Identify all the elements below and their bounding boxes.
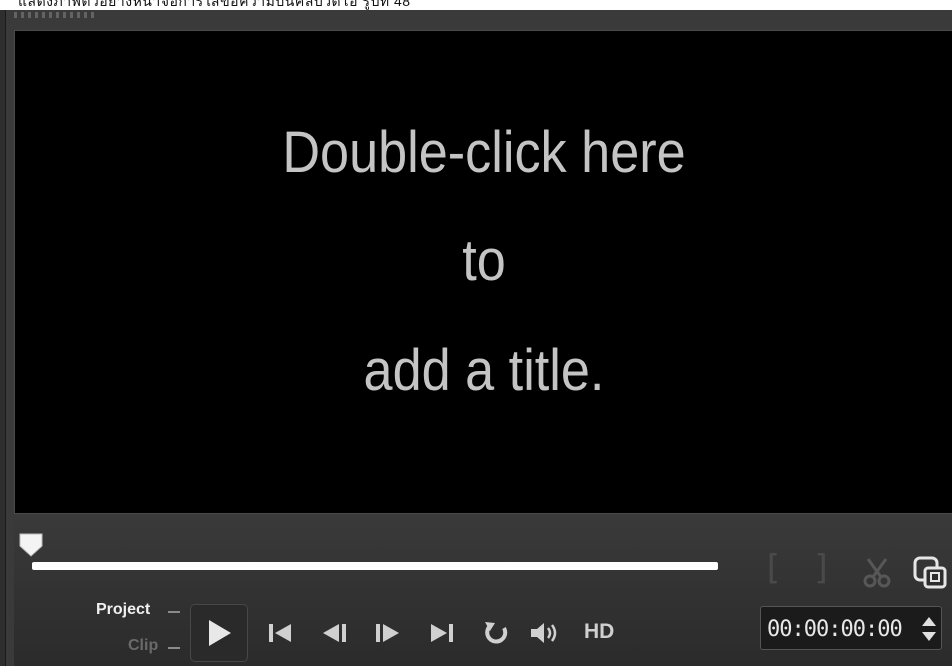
project-mode-indicator: [168, 611, 180, 613]
clip-mode-label[interactable]: Clip: [128, 637, 158, 655]
previous-frame-button[interactable]: [316, 618, 352, 648]
mark-in-button[interactable]: [: [762, 548, 782, 588]
title-placeholder-line-2[interactable]: to: [62, 227, 906, 294]
project-mode-label[interactable]: Project: [96, 601, 150, 619]
caption-text: แสดงภาพตัวอย่างหน้าจอการใส่ข้อความบนคลิป…: [18, 0, 411, 9]
end-icon: [431, 624, 453, 642]
clip-mode-indicator: [168, 647, 180, 649]
previous-frame-icon: [323, 624, 346, 642]
panel-grip-handle[interactable]: [14, 12, 94, 18]
end-button[interactable]: [424, 618, 460, 648]
next-frame-button[interactable]: [370, 618, 406, 648]
caption-strip: แสดงภาพตัวอย่างหน้าจอการใส่ข้อความบนคลิป…: [0, 0, 952, 10]
repeat-button[interactable]: [478, 618, 514, 648]
split-clip-icon[interactable]: [862, 556, 892, 588]
timecode-spinner-icon[interactable]: [921, 615, 937, 643]
home-icon: [269, 624, 291, 642]
play-icon: [209, 620, 231, 646]
hd-preview-button[interactable]: HD: [584, 620, 614, 644]
next-frame-icon: [376, 624, 399, 642]
enlarge-preview-icon[interactable]: [912, 554, 948, 590]
volume-icon: [531, 623, 557, 643]
play-button[interactable]: [190, 604, 248, 662]
preview-window[interactable]: Double-click here to add a title.: [14, 30, 952, 514]
volume-button[interactable]: [528, 618, 564, 648]
repeat-icon: [485, 622, 508, 644]
timecode-field[interactable]: 00:00:00:00: [760, 606, 942, 650]
timecode-value[interactable]: 00:00:00:00: [767, 617, 903, 642]
mark-out-button[interactable]: ]: [812, 548, 832, 588]
scrubber-handle[interactable]: [18, 532, 44, 558]
scrubber-track[interactable]: [32, 562, 718, 570]
title-placeholder-line-1[interactable]: Double-click here: [62, 119, 906, 186]
home-button[interactable]: [262, 618, 298, 648]
title-placeholder-line-3[interactable]: add a title.: [62, 337, 906, 404]
